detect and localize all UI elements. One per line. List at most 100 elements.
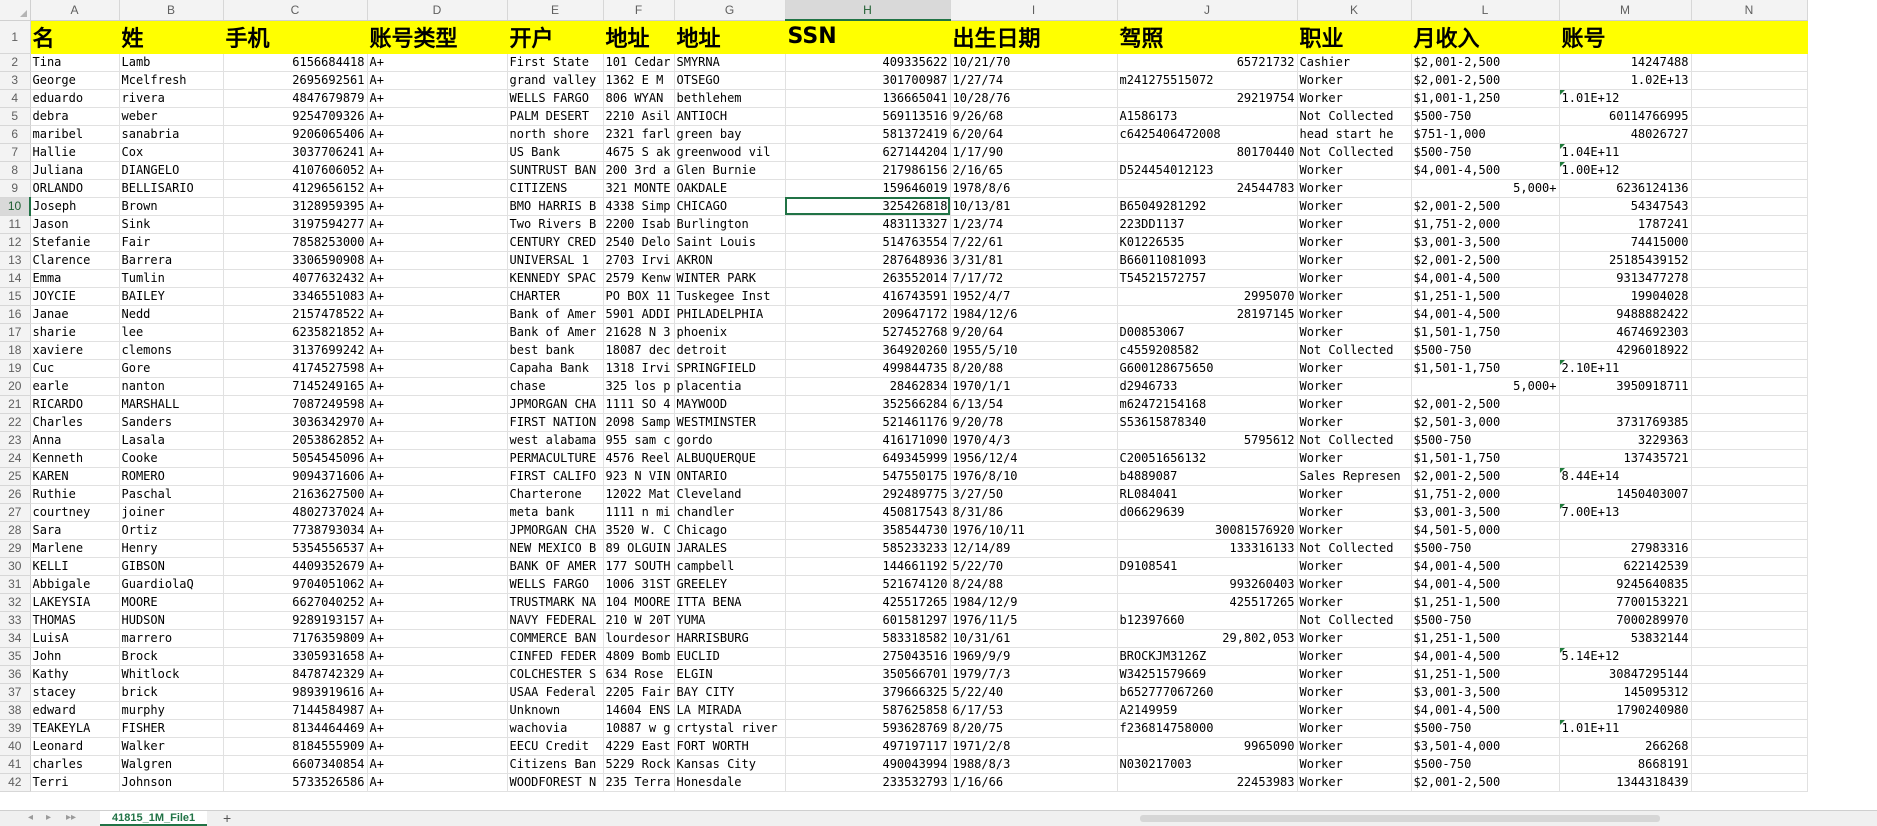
cell-a18[interactable]: xaviere xyxy=(30,341,120,360)
cell-a10[interactable]: Joseph xyxy=(30,197,120,216)
cell-a20[interactable]: earle xyxy=(30,377,120,396)
cell-l8[interactable]: $4,001-4,500 xyxy=(1411,161,1560,180)
cell-g31[interactable]: GREELEY xyxy=(674,575,786,594)
cell-j24[interactable]: C20051656132 xyxy=(1117,449,1298,468)
cell-d15[interactable]: A+ xyxy=(367,287,508,306)
cell-j3[interactable]: m241275515072 xyxy=(1117,71,1298,90)
cell-k30[interactable]: Worker xyxy=(1297,557,1412,576)
cell-d25[interactable]: A+ xyxy=(367,467,508,486)
cell-h6[interactable]: 581372419 xyxy=(785,125,951,144)
cell-e25[interactable]: FIRST CALIFO xyxy=(507,467,604,486)
cell-k13[interactable]: Worker xyxy=(1297,251,1412,270)
cell-e20[interactable]: chase xyxy=(507,377,604,396)
cell-f18[interactable]: 18087 dec xyxy=(603,341,675,360)
cell-n2[interactable] xyxy=(1691,53,1808,72)
cell-d33[interactable]: A+ xyxy=(367,611,508,630)
cell-e21[interactable]: JPMORGAN CHA xyxy=(507,395,604,414)
cell-g18[interactable]: detroit xyxy=(674,341,786,360)
cell-c35[interactable]: 3305931658 xyxy=(223,647,368,666)
cell-j31[interactable]: 993260403 xyxy=(1117,575,1298,594)
row-header-23[interactable]: 23 xyxy=(0,431,31,450)
cell-f15[interactable]: PO BOX 11 xyxy=(603,287,675,306)
cell-e34[interactable]: COMMERCE BAN xyxy=(507,629,604,648)
cell-e41[interactable]: Citizens Ban xyxy=(507,755,604,774)
cell-c22[interactable]: 3036342970 xyxy=(223,413,368,432)
cell-e42[interactable]: WOODFOREST N xyxy=(507,773,604,792)
cell-k2[interactable]: Cashier xyxy=(1297,53,1412,72)
cell-j40[interactable]: 9965090 xyxy=(1117,737,1298,756)
cell-j13[interactable]: B66011081093 xyxy=(1117,251,1298,270)
cell-a5[interactable]: debra xyxy=(30,107,120,126)
cell-g30[interactable]: campbell xyxy=(674,557,786,576)
cell-m18[interactable]: 4296018922 xyxy=(1559,341,1692,360)
cell-d34[interactable]: A+ xyxy=(367,629,508,648)
cell-h24[interactable]: 649345999 xyxy=(785,449,951,468)
cell-n30[interactable] xyxy=(1691,557,1808,576)
cell-j30[interactable]: D9108541 xyxy=(1117,557,1298,576)
cell-m19[interactable]: 2.10E+11 xyxy=(1559,359,1692,378)
cell-g33[interactable]: YUMA xyxy=(674,611,786,630)
cell-c17[interactable]: 6235821852 xyxy=(223,323,368,342)
cell-b26[interactable]: Paschal xyxy=(119,485,224,504)
cell-l32[interactable]: $1,251-1,500 xyxy=(1411,593,1560,612)
cell-c26[interactable]: 2163627500 xyxy=(223,485,368,504)
cell-j32[interactable]: 425517265 xyxy=(1117,593,1298,612)
cell-f23[interactable]: 955 sam c xyxy=(603,431,675,450)
cell-d38[interactable]: A+ xyxy=(367,701,508,720)
cell-b33[interactable]: HUDSON xyxy=(119,611,224,630)
cell-b2[interactable]: Lamb xyxy=(119,53,224,72)
cell-g21[interactable]: MAYWOOD xyxy=(674,395,786,414)
cell-d11[interactable]: A+ xyxy=(367,215,508,234)
cell-l6[interactable]: $751-1,000 xyxy=(1411,125,1560,144)
cell-g19[interactable]: SPRINGFIELD xyxy=(674,359,786,378)
cell-f27[interactable]: 1111 n mi xyxy=(603,503,675,522)
cell-i8[interactable]: 2/16/65 xyxy=(950,161,1118,180)
cell-d32[interactable]: A+ xyxy=(367,593,508,612)
cell-d19[interactable]: A+ xyxy=(367,359,508,378)
sheet-tab-active[interactable]: 41815_1M_File1 xyxy=(100,811,208,826)
cell-f32[interactable]: 104 MOORE xyxy=(603,593,675,612)
cell-a21[interactable]: RICARDO xyxy=(30,395,120,414)
cell-l15[interactable]: $1,251-1,500 xyxy=(1411,287,1560,306)
cell-e28[interactable]: JPMORGAN CHA xyxy=(507,521,604,540)
cell-l13[interactable]: $2,001-2,500 xyxy=(1411,251,1560,270)
row-header-11[interactable]: 11 xyxy=(0,215,31,234)
cell-a12[interactable]: Stefanie xyxy=(30,233,120,252)
cell-l19[interactable]: $1,501-1,750 xyxy=(1411,359,1560,378)
cell-k23[interactable]: Not Collected xyxy=(1297,431,1412,450)
cell-l14[interactable]: $4,001-4,500 xyxy=(1411,269,1560,288)
column-header-d[interactable]: D xyxy=(367,0,508,21)
cell-b38[interactable]: murphy xyxy=(119,701,224,720)
cell-d12[interactable]: A+ xyxy=(367,233,508,252)
cell-g16[interactable]: PHILADELPHIA xyxy=(674,305,786,324)
cell-f38[interactable]: 14604 ENS xyxy=(603,701,675,720)
cell-k29[interactable]: Not Collected xyxy=(1297,539,1412,558)
cell-d36[interactable]: A+ xyxy=(367,665,508,684)
cell-j16[interactable]: 28197145 xyxy=(1117,305,1298,324)
row-header-42[interactable]: 42 xyxy=(0,773,31,792)
cell-b9[interactable]: BELLISARIO xyxy=(119,179,224,198)
cell-j23[interactable]: 5795612 xyxy=(1117,431,1298,450)
next-sheet-icon[interactable]: ▸ xyxy=(46,812,51,823)
cell-i32[interactable]: 1984/12/9 xyxy=(950,593,1118,612)
cell-e27[interactable]: meta bank xyxy=(507,503,604,522)
cell-d21[interactable]: A+ xyxy=(367,395,508,414)
cell-m5[interactable]: 60114766995 xyxy=(1559,107,1692,126)
cell-g40[interactable]: FORT WORTH xyxy=(674,737,786,756)
cell-a4[interactable]: eduardo xyxy=(30,89,120,108)
cell-i2[interactable]: 10/21/70 xyxy=(950,53,1118,72)
cell-n27[interactable] xyxy=(1691,503,1808,522)
cell-m40[interactable]: 266268 xyxy=(1559,737,1692,756)
cell-j27[interactable]: d06629639 xyxy=(1117,503,1298,522)
cell-b42[interactable]: Johnson xyxy=(119,773,224,792)
cell-d31[interactable]: A+ xyxy=(367,575,508,594)
cell-e18[interactable]: best bank xyxy=(507,341,604,360)
cell-n21[interactable] xyxy=(1691,395,1808,414)
cell-d9[interactable]: A+ xyxy=(367,179,508,198)
cell-c42[interactable]: 5733526586 xyxy=(223,773,368,792)
cell-k9[interactable]: Worker xyxy=(1297,179,1412,198)
cell-e23[interactable]: west alabama xyxy=(507,431,604,450)
cell-g17[interactable]: phoenix xyxy=(674,323,786,342)
cell-d35[interactable]: A+ xyxy=(367,647,508,666)
cell-i5[interactable]: 9/26/68 xyxy=(950,107,1118,126)
